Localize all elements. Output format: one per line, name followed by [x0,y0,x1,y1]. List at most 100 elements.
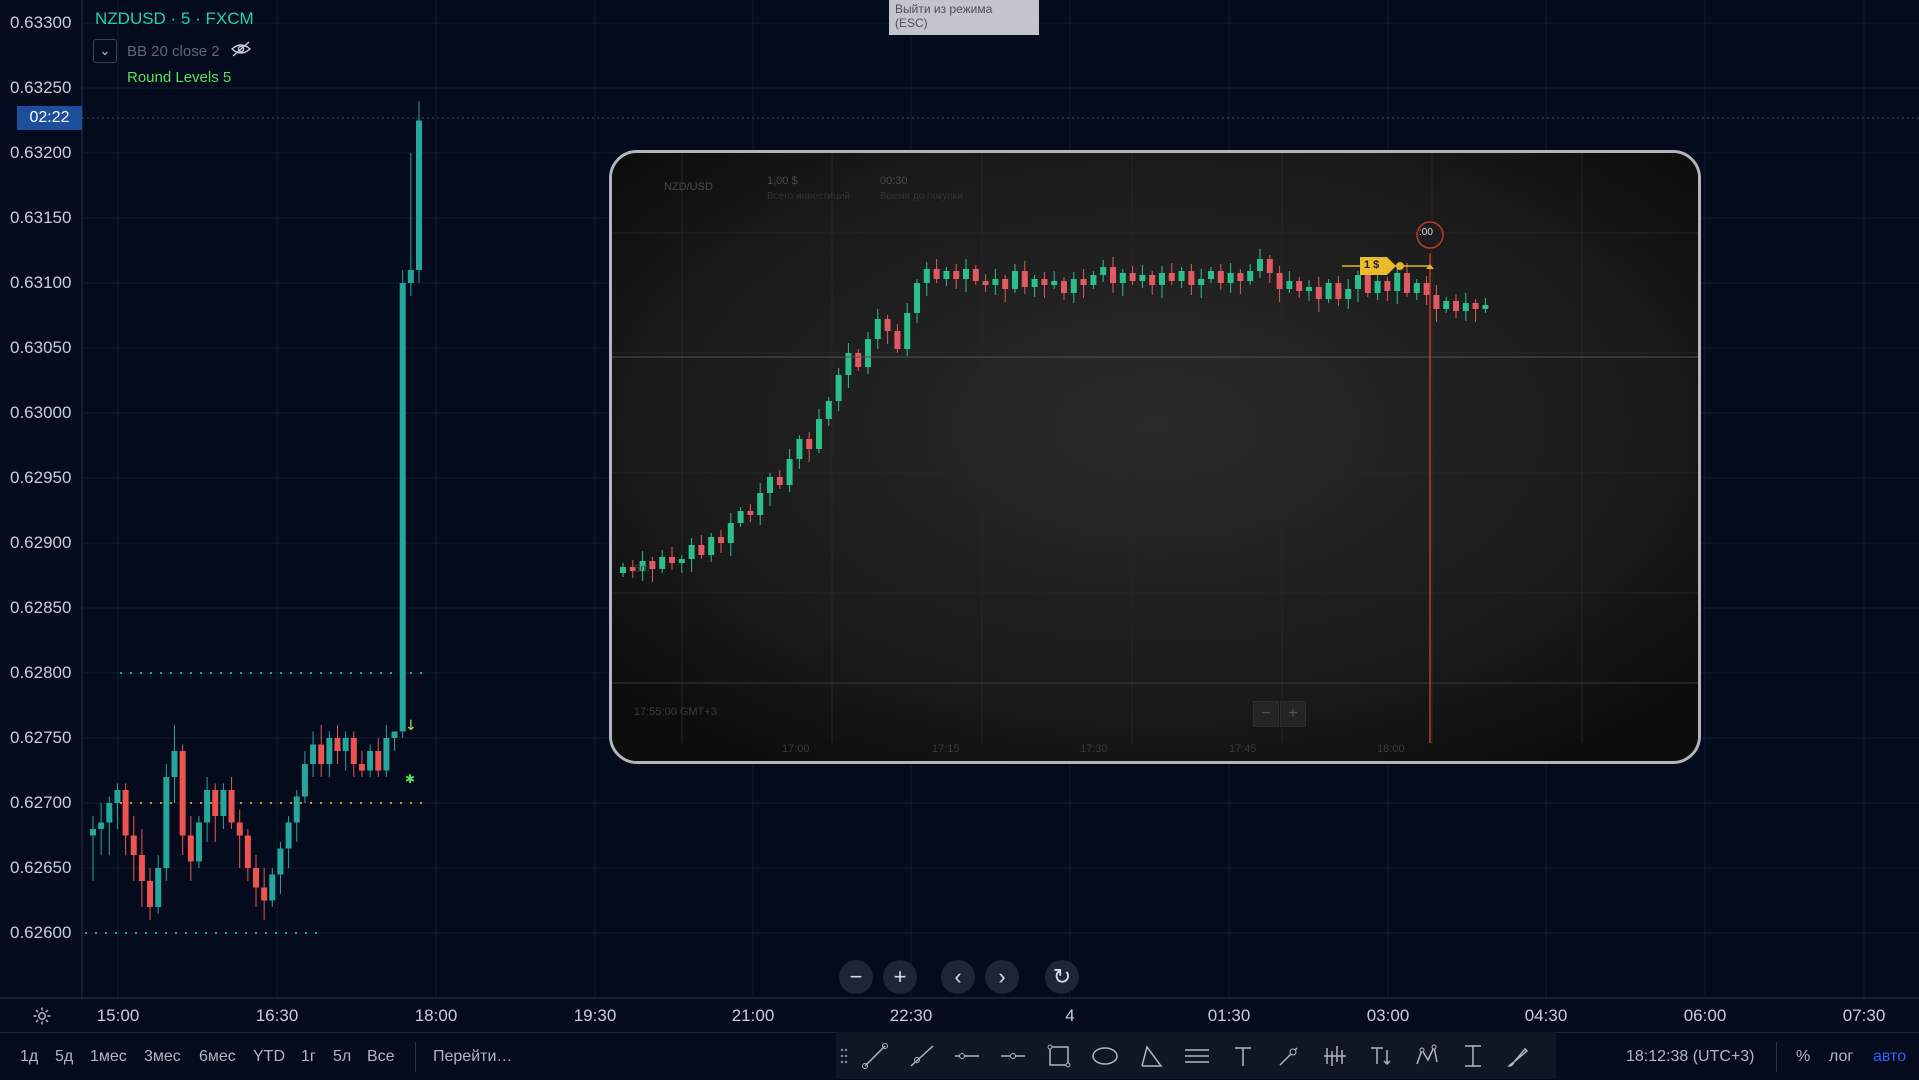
overlay-candle-up [1051,281,1058,285]
overlay-candle-up [825,401,832,419]
overlay-candle-up [835,375,842,401]
overlay-candle-up [1306,287,1312,291]
chevron-left-icon: ‹ [954,964,962,989]
xabcd-pattern-icon[interactable] [1404,1032,1450,1079]
round-levels-label[interactable]: Round Levels 5 [127,69,231,86]
range-button[interactable]: Все [367,1048,395,1066]
overlay-candle-up [1286,281,1293,289]
overlay-candle-up [1345,289,1352,299]
toolbar-divider [415,1042,416,1072]
overlay-time-label: 17:00 [782,743,810,755]
auto-scale-toggle[interactable]: авто [1873,1048,1906,1066]
long-position-icon[interactable] [1312,1032,1358,1079]
minus-icon: − [849,964,863,989]
overlay-bet-label: 1 $ [1364,259,1380,271]
overlay-candle-up [1325,283,1332,299]
zoom-out-button[interactable]: − [839,960,873,994]
range-button[interactable]: 5л [333,1048,351,1066]
overlay-candle-down [1364,275,1371,293]
brush-icon[interactable] [1496,1032,1542,1079]
overlay-candle-up [963,269,969,279]
overlay-zoom-out-button: − [1253,701,1279,727]
candle-down [130,835,137,855]
signal-star-icon: ✱ [405,772,415,786]
price-note-icon[interactable] [1358,1032,1404,1079]
overlay-candle-up [943,271,950,279]
overlay-candle-down [1315,287,1322,299]
log-scale-toggle[interactable]: лог [1829,1048,1853,1066]
drag-handle-icon[interactable] [836,1032,852,1079]
candle-down [244,835,251,868]
range-button[interactable]: 1мес [90,1048,127,1066]
bb-legend-row[interactable]: ⌄ BB 20 close 2 [93,38,252,64]
overlay-candle-up [992,279,999,285]
symbol-title[interactable]: NZDUSD · 5 · FXCM [95,9,254,29]
overlay-candle-down [1129,273,1136,281]
overlay-candle-down [1237,273,1244,281]
overlay-candle-down [1080,279,1087,285]
overlay-candle-down [953,271,960,279]
triangle-icon[interactable] [1128,1032,1174,1079]
overlay-timer-text: :00 [1419,227,1433,238]
candle-down [358,764,365,771]
ray-icon[interactable] [898,1032,944,1079]
ellipse-icon[interactable] [1082,1032,1128,1079]
exit-fullscreen-banner[interactable]: Выйти из режима (ESC) [889,0,1039,35]
price-tick-label: 0.63000 [10,403,72,422]
overlay-candle-down [1110,267,1116,283]
range-button[interactable]: 5д [55,1048,73,1066]
candle-down [253,868,259,888]
candle-down [334,738,341,751]
reset-chart-button[interactable]: ↻ [1045,960,1079,994]
bb-indicator-label[interactable]: BB 20 close 2 [127,43,220,60]
overlay-candle-up [845,353,852,375]
scroll-left-button[interactable]: ‹ [941,960,975,994]
overlay-candle-down [1002,279,1009,289]
horizontal-ray-icon[interactable] [990,1032,1036,1079]
overlay-candle-down [1168,273,1175,281]
range-button[interactable]: 6мес [199,1048,236,1066]
overlay-candle-down [1423,283,1430,295]
rectangle-icon[interactable] [1036,1032,1082,1079]
clock-timezone[interactable]: 18:12:38 (UTC+3) [1626,1048,1755,1066]
range-button[interactable]: YTD [253,1048,285,1066]
horizontal-line-icon[interactable] [944,1032,990,1079]
percent-scale-toggle[interactable]: % [1796,1048,1810,1066]
exit-banner-line2: (ESC) [895,16,928,30]
overlay-candle-down [1276,273,1283,289]
candle-down [318,744,325,764]
overlay-server-time: 17:55:00 GMT+3 [634,706,717,718]
time-tick-label: 15:00 [96,1006,140,1025]
overlay-candle-up [1227,273,1234,283]
collapse-legend-button[interactable]: ⌄ [93,39,117,63]
range-button[interactable]: 3мес [144,1048,181,1066]
candle-down [236,822,243,836]
overlay-candle-down [1296,281,1303,291]
candle-up [367,751,374,771]
parallel-channel-icon[interactable] [1174,1032,1220,1079]
overlay-chart [612,153,1698,761]
candlestick-series: ↓✱ [90,101,422,920]
overlay-candle-down [806,439,813,449]
time-tick-label: 22:30 [889,1006,933,1025]
range-button[interactable]: 1г [301,1048,316,1066]
chart-settings-button[interactable] [30,1004,54,1028]
text-icon[interactable] [1220,1032,1266,1079]
date-price-range-icon[interactable] [1450,1032,1496,1079]
candle-up [220,790,227,816]
hidden-eye-icon[interactable] [230,40,252,63]
scroll-right-button[interactable]: › [985,960,1019,994]
price-tick-label: 0.62600 [10,923,72,942]
goto-date-button[interactable]: Перейти… [433,1048,512,1066]
trend-line-icon[interactable] [852,1032,898,1079]
time-tick-label: 03:00 [1366,1006,1410,1025]
overlay-candle-up [914,283,920,313]
plus-icon: + [1288,705,1298,722]
arrow-marker-icon[interactable] [1266,1032,1312,1079]
range-button[interactable]: 1д [20,1048,38,1066]
overlay-candle-down [982,281,989,285]
zoom-in-button[interactable]: + [883,960,917,994]
overlay-candle-down [1041,279,1048,285]
overlay-time-label: Время до покупки [880,191,963,202]
time-tick-label: 04:30 [1524,1006,1568,1025]
